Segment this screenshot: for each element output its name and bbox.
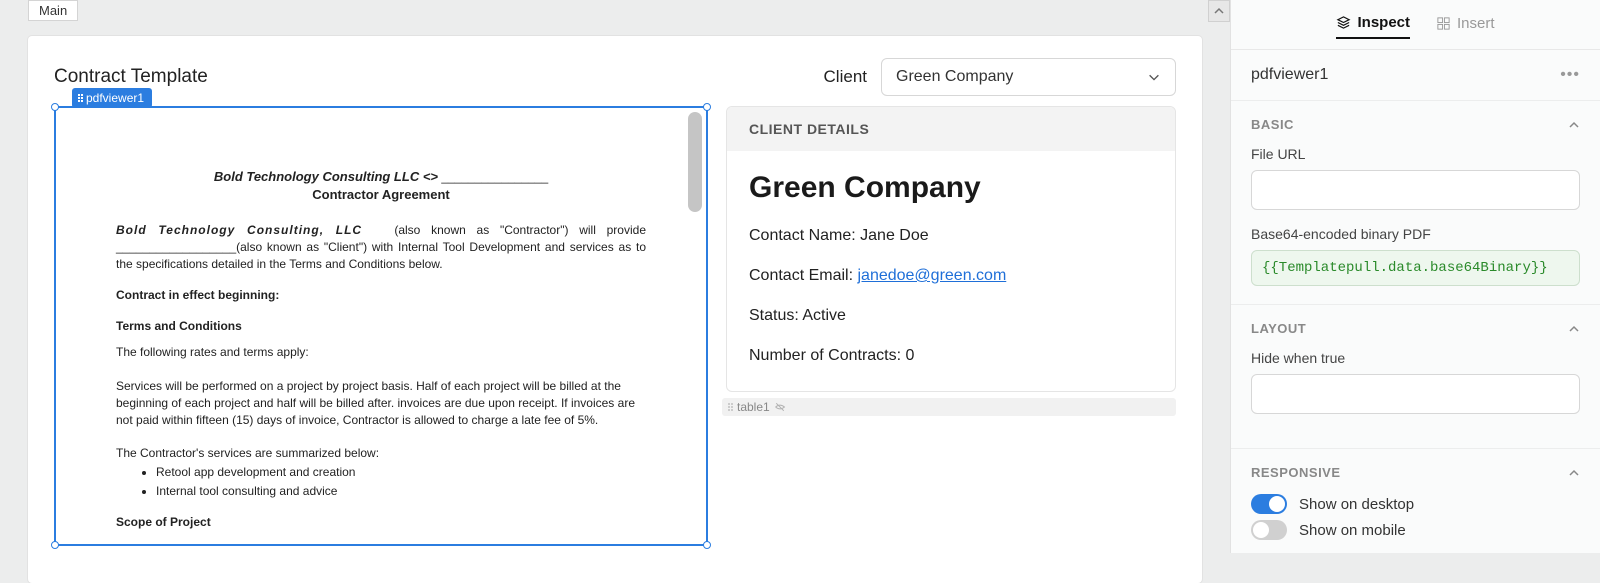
- base64-input[interactable]: {{Templatepull.data.base64Binary}}: [1251, 250, 1580, 286]
- client-name: Green Company: [749, 171, 1153, 205]
- inspector-component-name[interactable]: pdfviewer1: [1251, 66, 1328, 84]
- show-desktop-label: Show on desktop: [1299, 496, 1414, 513]
- page-title: Contract Template: [54, 66, 208, 88]
- drag-handle-icon: [728, 403, 733, 411]
- contact-email-row: Contact Email: janedoe@green.com: [749, 267, 1153, 285]
- more-menu-icon[interactable]: •••: [1560, 66, 1580, 84]
- scroll-up-indicator[interactable]: [1208, 0, 1230, 22]
- insert-icon: [1436, 16, 1451, 31]
- show-mobile-label: Show on mobile: [1299, 522, 1406, 539]
- file-url-label: File URL: [1251, 146, 1580, 162]
- component-tag-label: pdfviewer1: [86, 91, 144, 105]
- client-select-value: Green Company: [896, 68, 1013, 86]
- hidden-icon: [774, 401, 786, 413]
- component-tag[interactable]: pdfviewer1: [72, 88, 152, 108]
- canvas-area: Main Contract Template Client Green Comp…: [0, 0, 1230, 553]
- scrollbar[interactable]: [688, 112, 702, 212]
- base64-label: Base64-encoded binary PDF: [1251, 226, 1580, 242]
- pdfviewer-component[interactable]: Bold Technology Consulting LLC <> ______…: [54, 106, 708, 546]
- file-url-input[interactable]: [1251, 170, 1580, 210]
- resize-handle[interactable]: [51, 103, 59, 111]
- chevron-up-icon: [1568, 323, 1580, 335]
- section-basic[interactable]: BASIC: [1251, 117, 1580, 132]
- contact-name-row: Contact Name: Jane Doe: [749, 227, 1153, 245]
- inspector-panel: Inspect Insert pdfviewer1 ••• BASIC File…: [1230, 0, 1600, 553]
- chevron-up-icon: [1568, 467, 1580, 479]
- table-component-tag[interactable]: table1: [722, 398, 1176, 416]
- status-row: Status: Active: [749, 307, 1153, 325]
- chevron-up-icon: [1568, 119, 1580, 131]
- tab-insert[interactable]: Insert: [1436, 14, 1495, 39]
- client-select[interactable]: Green Company: [881, 58, 1176, 96]
- contracts-row: Number of Contracts: 0: [749, 347, 1153, 365]
- pdf-page: Bold Technology Consulting LLC <> ______…: [56, 108, 706, 544]
- client-label: Client: [824, 67, 867, 87]
- hide-when-input[interactable]: [1251, 374, 1580, 414]
- section-responsive[interactable]: RESPONSIVE: [1251, 465, 1580, 480]
- layers-icon: [1336, 15, 1351, 30]
- drag-handle-icon[interactable]: [78, 94, 83, 102]
- resize-handle[interactable]: [51, 541, 59, 549]
- hide-when-label: Hide when true: [1251, 350, 1580, 366]
- show-mobile-toggle[interactable]: [1251, 520, 1287, 540]
- tab-inspect[interactable]: Inspect: [1336, 14, 1410, 39]
- show-desktop-toggle[interactable]: [1251, 494, 1287, 514]
- main-tab[interactable]: Main: [28, 0, 78, 21]
- contact-email-link[interactable]: janedoe@green.com: [857, 267, 1006, 284]
- section-layout[interactable]: LAYOUT: [1251, 321, 1580, 336]
- resize-handle[interactable]: [703, 541, 711, 549]
- resize-handle[interactable]: [703, 103, 711, 111]
- client-details-card[interactable]: CLIENT DETAILS Green Company Contact Nam…: [726, 106, 1176, 392]
- card-header: CLIENT DETAILS: [727, 107, 1175, 151]
- chevron-down-icon: [1147, 70, 1161, 84]
- canvas[interactable]: Contract Template Client Green Company p…: [28, 36, 1202, 583]
